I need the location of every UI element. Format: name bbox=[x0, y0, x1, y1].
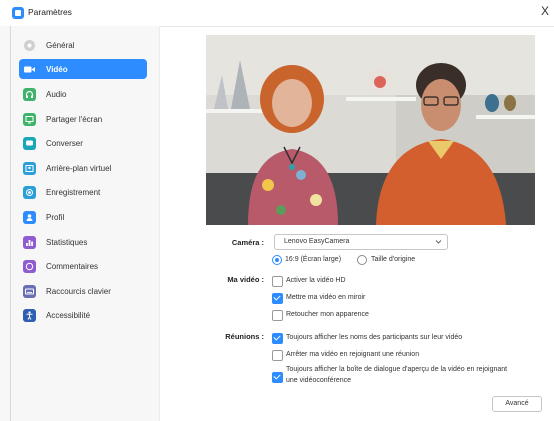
stop-video-checkbox[interactable] bbox=[272, 350, 283, 361]
mirror-video-checkbox[interactable] bbox=[272, 293, 283, 304]
chevron-down-icon bbox=[435, 240, 442, 244]
sidebar-item-label: Accessibilité bbox=[46, 310, 91, 320]
sidebar-item-label: Commentaires bbox=[46, 261, 99, 271]
preview-dialog-label-line1: Toujours afficher la boîte de dialogue d… bbox=[286, 366, 508, 373]
aspect-original-label: Taille d'origine bbox=[371, 256, 416, 263]
sidebar-item-chat[interactable]: Converser bbox=[19, 133, 147, 153]
camera-select-value: Lenovo EasyCamera bbox=[284, 238, 350, 245]
window-frame-edge bbox=[10, 26, 11, 421]
sidebar-item-label: Profil bbox=[46, 212, 65, 222]
camera-select[interactable]: Lenovo EasyCamera bbox=[274, 234, 448, 250]
gear-icon bbox=[23, 39, 36, 52]
sidebar-item-virtual-background[interactable]: Arrière-plan virtuel bbox=[19, 158, 147, 178]
sidebar-item-label: Partager l'écran bbox=[46, 114, 103, 124]
close-icon[interactable]: X bbox=[538, 4, 552, 18]
show-names-checkbox[interactable] bbox=[272, 333, 283, 344]
video-camera-icon bbox=[23, 63, 36, 76]
touch-up-checkbox[interactable] bbox=[272, 310, 283, 321]
accessibility-icon bbox=[23, 308, 36, 322]
hd-video-checkbox[interactable] bbox=[272, 276, 283, 287]
sidebar-item-label: Raccourcis clavier bbox=[46, 286, 111, 296]
sidebar-item-label: Converser bbox=[46, 138, 83, 148]
sidebar-item-label: Vidéo bbox=[46, 64, 68, 74]
mirror-video-label: Mettre ma vidéo en miroir bbox=[286, 294, 366, 301]
touch-up-label: Retoucher mon apparence bbox=[286, 311, 369, 318]
video-preview bbox=[206, 35, 535, 225]
show-names-label: Toujours afficher les noms des participa… bbox=[286, 334, 463, 341]
sidebar-item-label: Arrière-plan virtuel bbox=[46, 163, 112, 173]
sidebar-item-video[interactable]: Vidéo bbox=[19, 59, 147, 79]
sidebar-item-share-screen[interactable]: Partager l'écran bbox=[19, 109, 147, 129]
preview-dialog-label-line2: une vidéoconférence bbox=[286, 377, 351, 384]
advanced-button[interactable]: Avancé bbox=[492, 396, 542, 412]
sidebar-item-label: Enregistrement bbox=[46, 187, 101, 197]
hd-video-label: Activer la vidéo HD bbox=[286, 277, 346, 284]
window-title: Paramètres bbox=[28, 7, 72, 17]
zoom-app-icon bbox=[12, 7, 24, 19]
sidebar-item-label: Général bbox=[46, 40, 75, 50]
stop-video-label: Arrêter ma vidéo en rejoignant une réuni… bbox=[286, 351, 420, 358]
share-screen-icon bbox=[23, 112, 36, 126]
virtual-background-icon bbox=[23, 161, 36, 175]
feedback-icon bbox=[23, 259, 36, 273]
settings-window: Paramètres X Général Vidéo Audio Partage… bbox=[0, 0, 554, 421]
sidebar-item-audio[interactable]: Audio bbox=[19, 84, 147, 104]
my-video-label: Ma vidéo : bbox=[227, 275, 264, 284]
camera-preview-image bbox=[206, 35, 535, 225]
profile-icon bbox=[23, 210, 36, 224]
sidebar-item-statistics[interactable]: Statistiques bbox=[19, 232, 147, 252]
record-icon bbox=[23, 185, 36, 199]
headphones-icon bbox=[23, 87, 36, 101]
aspect-wide-label: 16:9 (Écran large) bbox=[285, 256, 342, 263]
sidebar-item-feedback[interactable]: Commentaires bbox=[19, 256, 147, 276]
sidebar-item-label: Statistiques bbox=[46, 237, 88, 247]
keyboard-icon bbox=[23, 284, 36, 298]
meetings-label: Réunions : bbox=[225, 332, 264, 341]
sidebar-item-recording[interactable]: Enregistrement bbox=[19, 182, 147, 202]
sidebar-item-general[interactable]: Général bbox=[19, 35, 147, 55]
statistics-icon bbox=[23, 235, 36, 249]
title-bar: Paramètres X bbox=[0, 0, 554, 27]
aspect-wide-radio[interactable] bbox=[272, 255, 282, 265]
sidebar-item-accessibility[interactable]: Accessibilité bbox=[19, 305, 147, 325]
aspect-original-radio[interactable] bbox=[357, 255, 367, 265]
preview-dialog-checkbox[interactable] bbox=[272, 372, 283, 383]
sidebar-item-label: Audio bbox=[46, 89, 67, 99]
sidebar-item-keyboard-shortcuts[interactable]: Raccourcis clavier bbox=[19, 281, 147, 301]
chat-icon bbox=[23, 136, 36, 150]
sidebar-item-profile[interactable]: Profil bbox=[19, 207, 147, 227]
camera-label: Caméra : bbox=[231, 238, 264, 247]
